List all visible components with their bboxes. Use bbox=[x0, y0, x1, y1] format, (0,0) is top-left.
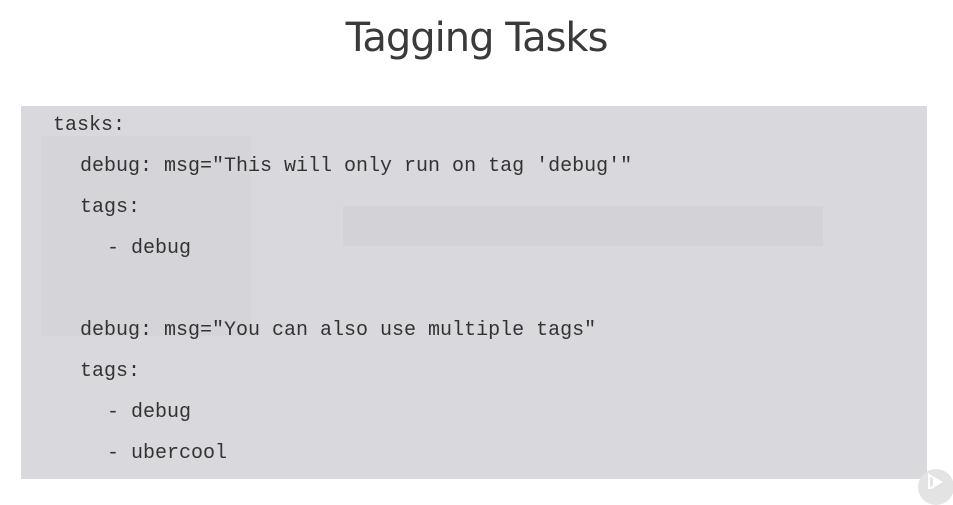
code-line-tag-debug-1: - debug bbox=[107, 237, 192, 260]
play-triangle-icon bbox=[928, 473, 943, 489]
code-line-debug-msg-1: debug: msg="This will only run on tag 'd… bbox=[80, 155, 633, 178]
code-line-tasks: tasks: bbox=[53, 114, 126, 137]
play-logo-icon bbox=[918, 469, 953, 505]
code-line-tags-1: tags: bbox=[80, 196, 141, 219]
code-block: tasks: debug: msg="This will only run on… bbox=[21, 106, 927, 479]
code-line-tag-ubercool: - ubercool bbox=[107, 442, 228, 465]
code-line-tag-debug-2: - debug bbox=[107, 401, 192, 424]
slide-title: Tagging Tasks bbox=[345, 15, 609, 61]
code-line-debug-msg-2: debug: msg="You can also use multiple ta… bbox=[80, 319, 597, 342]
background-ghost-right bbox=[343, 206, 823, 246]
code-line-tags-2: tags: bbox=[80, 360, 141, 383]
